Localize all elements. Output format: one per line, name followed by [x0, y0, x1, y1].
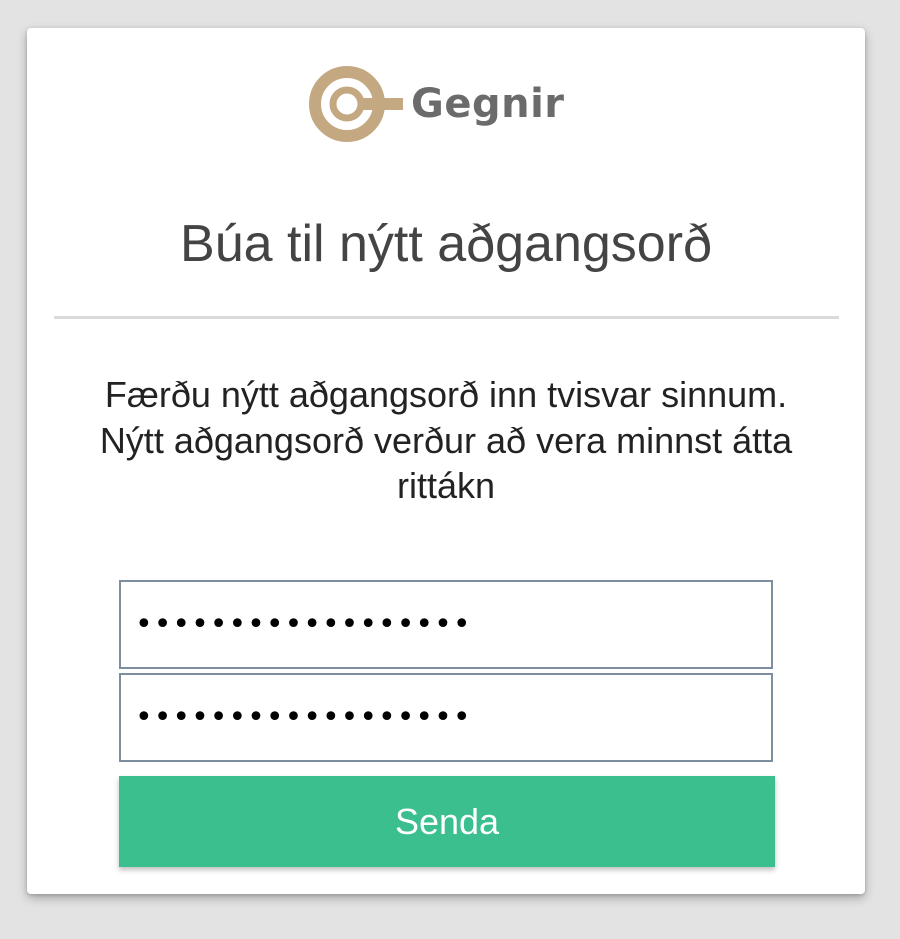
new-password-input[interactable] — [119, 580, 773, 669]
send-button[interactable]: Senda — [119, 776, 775, 867]
page-title: Búa til nýtt aðgangsorð — [180, 215, 712, 273]
brand-name: Gegnir — [411, 81, 565, 127]
reset-password-card: Gegnir Búa til nýtt aðgangsorð Færðu nýt… — [27, 28, 865, 894]
brand-logo: Gegnir — [307, 64, 565, 144]
title-divider — [54, 316, 839, 319]
instructions-text: Færðu nýtt aðgangsorð inn tvisvar sinnum… — [99, 374, 793, 507]
key-ring-icon — [309, 66, 403, 142]
confirm-password-input[interactable] — [119, 673, 773, 762]
